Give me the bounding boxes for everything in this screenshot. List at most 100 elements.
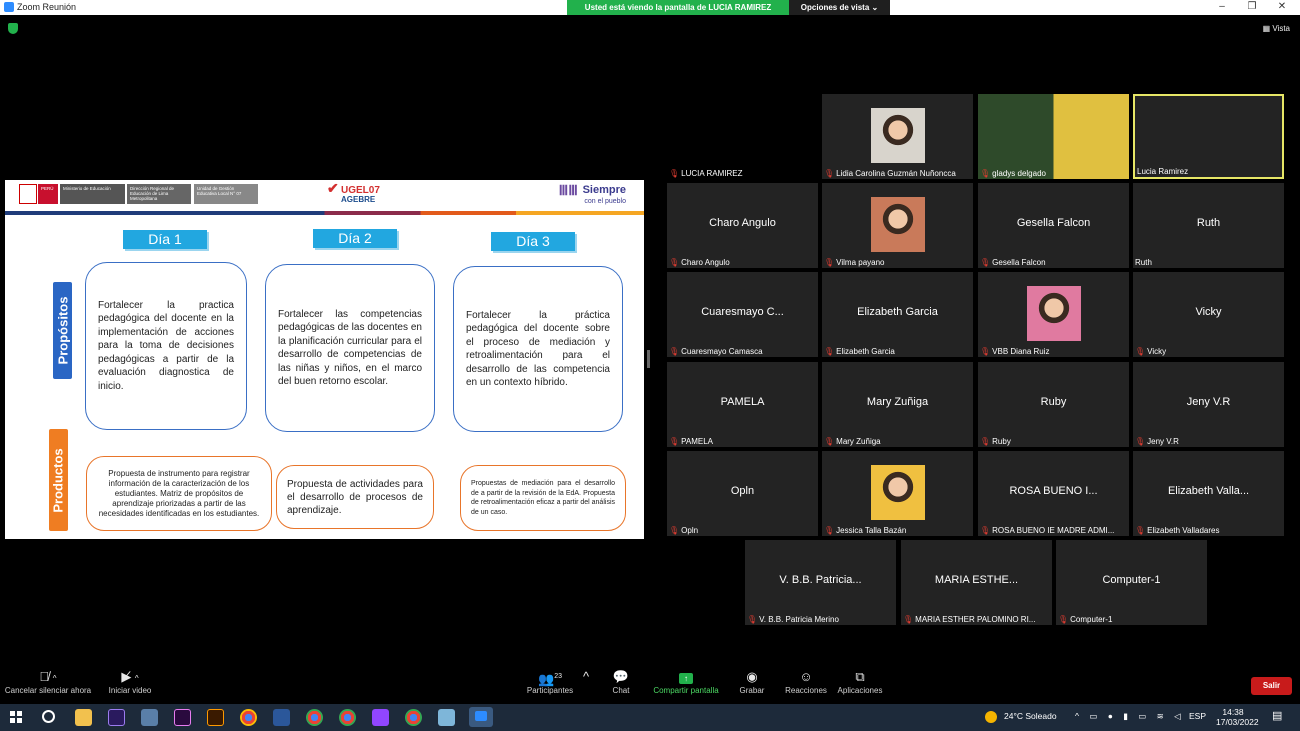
participant-tile[interactable]: Ruth Ruth bbox=[1133, 183, 1284, 268]
twitch-icon[interactable] bbox=[372, 709, 389, 726]
reactions-label: Reacciones bbox=[785, 686, 827, 695]
leave-button[interactable]: Salir bbox=[1251, 677, 1292, 695]
participants-button[interactable]: 👥23 Participantes bbox=[524, 668, 576, 695]
participant-name-label: 🎙 Vicky bbox=[1135, 347, 1166, 356]
direccion-label: Dirección Regional de Educación de Lima … bbox=[127, 184, 191, 204]
participant-display-name: Elizabeth Garcia bbox=[857, 306, 938, 318]
participant-tile[interactable]: Opln 🎙 Opln bbox=[667, 451, 818, 536]
participant-name: Mary Zuñiga bbox=[836, 437, 881, 446]
participant-tile[interactable]: PAMELA 🎙 PAMELA bbox=[667, 362, 818, 447]
peru-shield-logo bbox=[19, 184, 37, 204]
participant-name: Opln bbox=[681, 526, 699, 535]
video-off-icon: ▶̸ ^ bbox=[121, 669, 139, 684]
start-video-button[interactable]: ▶̸ ^ Iniciar video bbox=[104, 668, 156, 695]
participant-tile[interactable]: Ruby 🎙 Ruby bbox=[978, 362, 1129, 447]
illustrator-icon[interactable] bbox=[207, 709, 224, 726]
slide-header: PERÚ Ministerio de Educación Dirección R… bbox=[5, 180, 644, 215]
chrome-icon-4[interactable] bbox=[405, 709, 422, 726]
participant-tile[interactable]: Mary Zuñiga 🎙 Mary Zuñiga bbox=[822, 362, 973, 447]
record-button[interactable]: ◉ Grabar bbox=[735, 668, 769, 695]
view-button[interactable]: ▦ Vista bbox=[1263, 24, 1290, 33]
product-day-2: Propuesta de actividades para el desarro… bbox=[276, 465, 434, 529]
muted-mic-icon: 🎙 bbox=[669, 526, 680, 535]
chrome-icon-3[interactable] bbox=[339, 709, 356, 726]
app-icon-2[interactable] bbox=[438, 709, 455, 726]
participant-tile[interactable]: Elizabeth Valla... 🎙 Elizabeth Valladares bbox=[1133, 451, 1284, 536]
participant-name: V. B.B. Patricia Merino bbox=[759, 615, 839, 624]
zoom-taskbar-active[interactable] bbox=[469, 707, 493, 727]
muted-mic-icon: 🎙 bbox=[980, 347, 991, 356]
participant-tile[interactable]: MARIA ESTHE... 🎙 MARIA ESTHER PALOMINO RI.… bbox=[901, 540, 1052, 625]
participant-name-label: 🎙 Mary Zuñiga bbox=[824, 437, 881, 446]
reactions-button[interactable]: ☺ Reacciones bbox=[782, 668, 830, 695]
participants-menu-chevron[interactable]: ^ bbox=[580, 668, 592, 686]
muted-mic-icon: 🎙 bbox=[980, 169, 991, 178]
siempre-text: Siempre bbox=[582, 184, 626, 196]
chrome-icon-2[interactable] bbox=[306, 709, 323, 726]
unmute-button[interactable]: 🎙̸ ^ Cancelar silenciar ahora bbox=[4, 668, 92, 695]
search-icon[interactable] bbox=[42, 710, 55, 723]
muted-mic-icon: 🎙 bbox=[824, 437, 835, 446]
share-screen-button[interactable]: ↑ Compartir pantalla bbox=[651, 668, 721, 695]
participant-tile[interactable]: Charo Angulo 🎙 Charo Angulo bbox=[667, 183, 818, 268]
close-button[interactable]: ✕ bbox=[1267, 0, 1297, 15]
participant-tile[interactable]: Jeny V.R 🎙 Jeny V.R bbox=[1133, 362, 1284, 447]
participant-tile[interactable]: Lucia Ramirez bbox=[1133, 94, 1284, 179]
participant-photo bbox=[871, 197, 925, 252]
share-label: Compartir pantalla bbox=[653, 686, 719, 695]
word-icon[interactable] bbox=[273, 709, 290, 726]
participant-name-label: Ruth bbox=[1135, 258, 1152, 267]
microphone-muted-icon: 🎙̸ ^ bbox=[39, 669, 57, 684]
participant-name: Jessica Talla Bazán bbox=[836, 526, 907, 535]
app-icon[interactable] bbox=[141, 709, 158, 726]
participant-display-name: Vicky bbox=[1195, 306, 1222, 318]
file-explorer-icon[interactable] bbox=[75, 709, 92, 726]
participant-name-label: 🎙 Ruby bbox=[980, 437, 1011, 446]
participant-name: Lucia Ramirez bbox=[1137, 167, 1189, 176]
weather-sun-icon[interactable] bbox=[985, 711, 997, 723]
notifications-icon[interactable]: ▤ bbox=[1272, 709, 1282, 722]
participant-name: Ruth bbox=[1135, 258, 1152, 267]
split-handle[interactable] bbox=[647, 350, 650, 368]
participant-tile[interactable]: 🎙 Lidia Carolina Guzmán Nuñoncca bbox=[822, 94, 973, 179]
participant-display-name: Opln bbox=[730, 485, 755, 497]
premiere-icon[interactable] bbox=[174, 709, 191, 726]
chat-button[interactable]: 💬 Chat bbox=[605, 668, 637, 695]
participant-name-label: 🎙 Jeny V.R bbox=[1135, 437, 1179, 446]
participant-tile[interactable]: Elizabeth Garcia 🎙 Elizabeth Garcia bbox=[822, 272, 973, 357]
clock[interactable]: 14:38 17/03/2022 bbox=[1216, 707, 1259, 727]
windows-start-icon[interactable] bbox=[10, 711, 22, 723]
minimize-button[interactable]: – bbox=[1207, 0, 1237, 15]
participant-name: Lidia Carolina Guzmán Nuñoncca bbox=[836, 169, 956, 178]
participant-tile[interactable]: Gesella Falcon 🎙 Gesella Falcon bbox=[978, 183, 1129, 268]
view-options-button[interactable]: Opciones de vista ⌄ bbox=[789, 0, 890, 15]
participant-photo bbox=[871, 108, 925, 163]
con-el-pueblo-text: con el pueblo bbox=[584, 198, 626, 205]
participant-tile[interactable]: Computer-1 🎙 Computer-1 bbox=[1056, 540, 1207, 625]
language-indicator[interactable]: ESP bbox=[1189, 711, 1206, 721]
participant-tile[interactable]: Cuaresmayo C... 🎙 Cuaresmayo Camasca bbox=[667, 272, 818, 357]
time-text: 14:38 bbox=[1222, 707, 1244, 717]
participant-tile[interactable]: 🎙 LUCIA RAMIREZ bbox=[667, 94, 818, 179]
participant-tile[interactable]: V. B.B. Patricia... 🎙 V. B.B. Patricia Mer… bbox=[745, 540, 896, 625]
restore-button[interactable]: ❐ bbox=[1237, 0, 1267, 15]
participant-tile[interactable]: Vicky 🎙 Vicky bbox=[1133, 272, 1284, 357]
view-label: Vista bbox=[1272, 24, 1290, 33]
record-label: Grabar bbox=[739, 686, 765, 695]
participant-name-label: 🎙 Computer-1 bbox=[1058, 615, 1112, 624]
participant-tile[interactable]: 🎙 Jessica Talla Bazán bbox=[822, 451, 973, 536]
after-effects-icon[interactable] bbox=[108, 709, 125, 726]
system-tray-icons[interactable]: ^ ▭ ● ▮ ▭ ≋ ◁ bbox=[1075, 711, 1185, 722]
participant-tile[interactable]: 🎙 gladys delgado bbox=[978, 94, 1129, 179]
participant-tile[interactable]: ROSA BUENO I... 🎙 ROSA BUENO IE MADRE ADMI… bbox=[978, 451, 1129, 536]
apps-button[interactable]: ⧉ Aplicaciones bbox=[836, 668, 884, 695]
participant-name: Jeny V.R bbox=[1147, 437, 1179, 446]
weather-text[interactable]: 24°C Soleado bbox=[1004, 711, 1057, 721]
unmute-label: Cancelar silenciar ahora bbox=[4, 686, 92, 695]
participant-tile[interactable]: 🎙 VBB Diana Ruiz bbox=[978, 272, 1129, 357]
screen-share-banner: Usted está viendo la pantalla de LUCIA R… bbox=[567, 0, 789, 15]
day-3-label: Día 3 bbox=[491, 232, 575, 251]
chrome-icon[interactable] bbox=[240, 709, 257, 726]
participant-tile[interactable]: 🎙 Vilma payano bbox=[822, 183, 973, 268]
encryption-shield-icon[interactable] bbox=[8, 23, 18, 34]
